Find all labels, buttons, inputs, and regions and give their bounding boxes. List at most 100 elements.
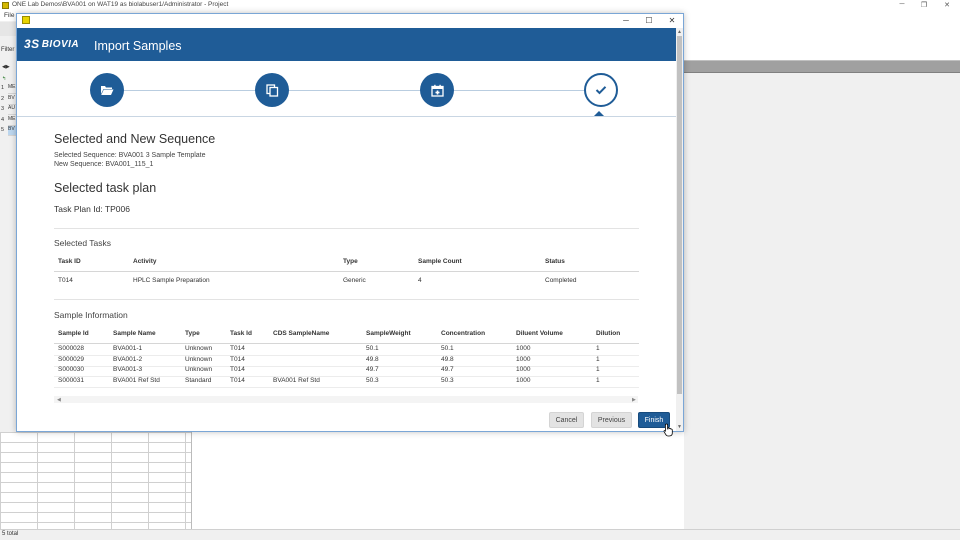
wizard-step-3[interactable] <box>420 73 454 107</box>
samples-table-cell: 49.7 <box>441 366 454 373</box>
samples-column-header[interactable]: Diluent Volume <box>516 330 563 337</box>
samples-table-cell: BVA001-3 <box>113 366 143 373</box>
folder-open-icon <box>101 86 114 95</box>
tasks-column-header[interactable]: Type <box>343 258 358 265</box>
tasks-table-cell: 4 <box>418 277 422 284</box>
background-right-top <box>684 21 960 61</box>
dialog-heading: Import Samples <box>94 39 182 53</box>
samples-table-cell: BVA001-2 <box>113 355 143 363</box>
samples-table-cell: 1000 <box>516 345 531 352</box>
background-right-header <box>684 61 960 73</box>
scroll-up-icon[interactable]: ▲ <box>677 29 682 35</box>
wizard-divider <box>17 116 676 117</box>
samples-header-divider <box>54 343 639 344</box>
samples-table-cell: 1 <box>596 345 600 352</box>
samples-table-cell: S000028 <box>58 345 85 352</box>
menu-file[interactable]: File <box>4 12 14 19</box>
wizard-step-2[interactable] <box>255 73 289 107</box>
table-row-divider <box>54 386 639 388</box>
scroll-left-icon[interactable]: ◀ <box>57 397 61 403</box>
samples-column-header[interactable]: Task Id <box>230 330 252 337</box>
samples-table-cell: 50.3 <box>366 376 379 384</box>
background-row[interactable]: 3 AU <box>0 105 17 115</box>
status-total: 5 total <box>2 531 19 537</box>
samples-table-cell: 1000 <box>516 366 531 373</box>
samples-column-header[interactable]: Dilution <box>596 330 620 337</box>
samples-table-cell: T014 <box>230 376 245 384</box>
samples-section-title: Sample Information <box>54 310 128 320</box>
nav-arrows[interactable]: ◀▶ <box>2 64 10 70</box>
samples-table-cell: T014 <box>230 366 245 373</box>
background-row[interactable]: 4 ME <box>0 116 17 126</box>
ds-logo-icon: 3S <box>24 37 40 51</box>
wizard-step-1[interactable] <box>90 73 124 107</box>
row-number: 1 <box>1 85 5 91</box>
selected-sequence-text: Selected Sequence: BVA001 3 Sample Templ… <box>54 152 206 159</box>
main-window-title: ONE Lab Demos\BVA001 on WAT19 as biolabu… <box>12 1 229 8</box>
tasks-column-header[interactable]: Sample Count <box>418 258 462 265</box>
filter-label: Filter <box>1 47 15 53</box>
statusbar <box>0 529 960 540</box>
tasks-table-cell: T014 <box>58 277 73 284</box>
background-row[interactable]: 1 ME <box>0 84 17 94</box>
samples-table-cell: 49.8 <box>366 355 379 363</box>
samples-table-cell: S000031 <box>58 376 85 384</box>
dialog-minimize-button[interactable]: ─ <box>617 14 635 27</box>
tasks-column-header[interactable]: Status <box>545 258 565 265</box>
task-plan-section-title: Selected task plan <box>54 181 157 195</box>
app-icon <box>2 2 9 9</box>
scroll-down-icon[interactable]: ▼ <box>677 424 682 430</box>
samples-table-cell: Unknown <box>185 355 213 363</box>
samples-table-cell: S000030 <box>58 366 85 373</box>
row-number: 4 <box>1 116 5 123</box>
samples-table-cell: 1000 <box>516 376 531 384</box>
samples-column-header[interactable]: Sample Name <box>113 330 156 337</box>
biovia-logo-text: BIOVIA <box>41 38 80 50</box>
hand-cursor-icon <box>663 423 673 437</box>
tree-icon: ↰ <box>2 76 7 82</box>
background-grid <box>0 432 192 529</box>
samples-table-cell: 50.3 <box>441 376 454 384</box>
main-close-button[interactable]: ✕ <box>940 1 954 9</box>
samples-column-header[interactable]: CDS SampleName <box>273 330 329 337</box>
dialog-maximize-button[interactable]: ☐ <box>640 14 658 27</box>
background-row[interactable]: 2 BV <box>0 95 17 105</box>
previous-button[interactable]: Previous <box>591 412 632 428</box>
wizard-step-4[interactable] <box>584 73 618 107</box>
samples-table-cell: Unknown <box>185 366 213 373</box>
dialog-close-button[interactable]: ✕ <box>663 14 681 27</box>
background-toolbar <box>0 22 17 36</box>
cancel-button[interactable]: Cancel <box>549 412 584 428</box>
samples-table-cell: 1000 <box>516 355 531 363</box>
samples-table-cell: BVA001 Ref Std <box>113 376 160 384</box>
biovia-logo: 3S BIOVIA <box>24 37 79 51</box>
tasks-column-header[interactable]: Activity <box>133 258 156 265</box>
main-restore-button[interactable]: ❐ <box>917 1 931 9</box>
samples-column-header[interactable]: Type <box>185 330 200 337</box>
horizontal-scrollbar[interactable] <box>54 396 638 403</box>
main-minimize-button[interactable]: ─ <box>895 1 909 8</box>
dialog-app-icon <box>22 16 30 24</box>
samples-column-header[interactable]: Concentration <box>441 330 485 337</box>
section-divider <box>54 228 639 229</box>
calendar-icon <box>430 84 444 97</box>
task-plan-id: Task Plan Id: TP006 <box>54 204 130 214</box>
samples-column-header[interactable]: SampleWeight <box>366 330 411 337</box>
samples-table-cell: Standard <box>185 376 212 384</box>
samples-table-cell: 1 <box>596 355 600 363</box>
samples-table-cell: 49.7 <box>366 366 379 373</box>
background-row[interactable]: 5 BV <box>0 126 17 136</box>
dialog-titlebar <box>17 14 683 28</box>
row-number: 5 <box>1 127 5 133</box>
samples-table-cell: 49.8 <box>441 355 454 363</box>
samples-column-header[interactable]: Sample Id <box>58 330 89 337</box>
tasks-column-header[interactable]: Task ID <box>58 258 81 265</box>
tasks-table-cell: Completed <box>545 277 577 284</box>
samples-table-cell: T014 <box>230 345 245 352</box>
vertical-scrollbar-thumb[interactable] <box>677 36 682 394</box>
scroll-right-icon[interactable]: ▶ <box>632 397 636 403</box>
samples-table-cell: T014 <box>230 355 245 363</box>
samples-table-cell: Unknown <box>185 345 213 352</box>
sequence-section-title: Selected and New Sequence <box>54 132 216 146</box>
tasks-header-divider <box>54 271 639 272</box>
